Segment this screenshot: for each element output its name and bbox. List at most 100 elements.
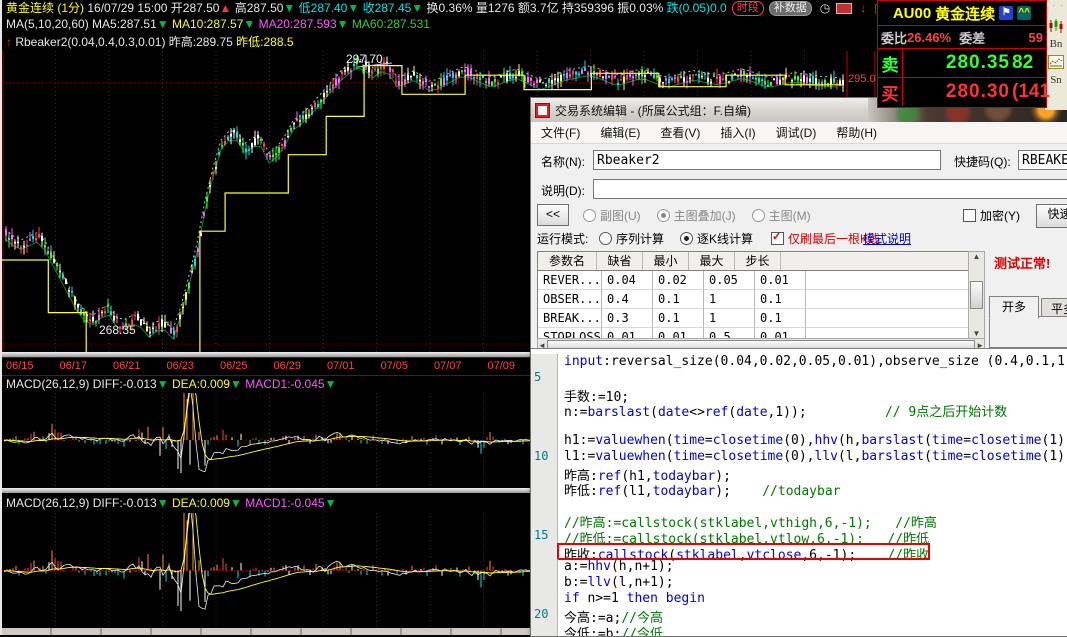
column-header: 最大: [689, 252, 735, 271]
line-number: [531, 465, 558, 481]
code-line-body: 昨低:ref(l1,todaybar); //todaybar: [558, 480, 841, 496]
date-tick: 06/15: [6, 360, 34, 372]
name-input[interactable]: [593, 150, 941, 170]
code-token: =: [705, 433, 713, 448]
code-line-8: 昨低:ref(l1,todaybar); //todaybar: [531, 480, 1067, 496]
code-line-body: l1:=valuewhen(time=closetime(0),llv(l,ba…: [558, 449, 1067, 465]
toolbar-grip[interactable]: · · · ·: [1045, 2, 1067, 14]
code-line-body: h1:=valuewhen(time=closetime(0),hhv(h,ba…: [558, 433, 1067, 449]
test-status-text: 测试正常!: [994, 253, 1050, 272]
column-header: 参数名: [538, 252, 597, 271]
encrypt-checkbox-box[interactable]: [963, 209, 976, 222]
code-token: ,: [739, 548, 747, 563]
encrypt-label: 加密(Y): [980, 209, 1020, 223]
code-token: [658, 591, 666, 606]
chart-type-option-2[interactable]: 主图(M): [752, 209, 811, 223]
text-segment: 低287.40: [295, 1, 347, 16]
code-token: date: [658, 405, 689, 420]
code-token: (1))));: [1042, 433, 1067, 448]
scroll-up-icon[interactable]: ▲: [973, 252, 981, 261]
menu-item-0[interactable]: 文件(F): [541, 124, 580, 141]
radio-label: 副图(U): [600, 209, 641, 223]
code-token: valuewhen: [595, 449, 665, 464]
table-row[interactable]: BREAK...0.30.110.1: [538, 309, 968, 328]
symbol-name: 黄金连续: [935, 3, 995, 24]
code-token: vtclose: [747, 548, 802, 563]
code-line-5: h1:=valuewhen(time=closetime(0),hhv(h,ba…: [531, 433, 1067, 449]
code-token: time: [932, 433, 963, 448]
code-line-1: 5: [531, 370, 1067, 386]
weicha-value: 59: [985, 30, 1043, 45]
line-number: [531, 417, 558, 433]
kline-chart-icon[interactable]: [1048, 19, 1064, 33]
quote-panel[interactable]: AU00 黄金连续 ⚑ ^^ 委比 26.46% 委差 59 卖 280.35 …: [877, 0, 1047, 108]
code-token: llv: [815, 449, 838, 464]
desc-input[interactable]: [593, 179, 1067, 199]
refresh-last-checkbox-box[interactable]: [771, 232, 784, 245]
bid-row[interactable]: 买 280.30 (141: [878, 77, 1046, 106]
line-number: [531, 433, 558, 449]
run-mode-radio-group: 序列计算 逐K线计算: [599, 230, 769, 247]
menu-item-4[interactable]: 调试(D): [776, 124, 817, 141]
formula-code-editor[interactable]: input:reversal_size(0.04,0.02,0.05,0.01)…: [531, 348, 1067, 637]
column-header: 步长: [735, 252, 781, 271]
param-table-vscrollbar[interactable]: ▲ ▼: [968, 251, 985, 339]
menu-item-1[interactable]: 编辑(E): [600, 124, 640, 141]
code-token: stklabel: [676, 548, 739, 563]
scroll-down-icon[interactable]: ▼: [973, 329, 981, 338]
radio-label: 主图(M): [769, 209, 811, 223]
param-table[interactable]: 参数名缺省最小最大步长REVER...0.040.020.050.01OBSER…: [537, 251, 969, 339]
line-chart-icon[interactable]: [1048, 55, 1064, 69]
toolbar-bn-label[interactable]: Bn: [1050, 38, 1063, 50]
tab-close-long[interactable]: 平多: [1041, 298, 1067, 318]
vscroll-thumb[interactable]: [970, 281, 983, 309]
person-flag-icon[interactable]: ⚑: [999, 6, 1013, 20]
menu-item-3[interactable]: 插入(I): [720, 124, 755, 141]
badge-session[interactable]: 时段: [732, 1, 764, 16]
bottom-scroll-strip[interactable]: [2, 628, 534, 635]
line-number: 15: [531, 528, 558, 544]
code-token: time: [932, 449, 963, 464]
download-arrow-icon[interactable]: ↓: [860, 2, 866, 15]
code-line-body: b:=llv(l,n+1);: [558, 575, 674, 591]
table-row[interactable]: REVER...0.040.020.050.01: [538, 271, 968, 290]
code-token: date: [736, 405, 767, 420]
tab-open-long[interactable]: 开多: [989, 296, 1039, 319]
code-token: b:=: [564, 575, 587, 590]
code-token: ref: [705, 405, 728, 420]
badge-fill-data[interactable]: 补数据: [769, 1, 812, 16]
radio-label: 主图叠加(J): [674, 209, 736, 223]
table-row[interactable]: OBSER...0.40.110.1: [538, 290, 968, 309]
ask-row[interactable]: 卖 280.35 82: [878, 48, 1046, 77]
line-number: 5: [531, 370, 558, 386]
line-number: [531, 386, 558, 402]
text-segment: 收287.45: [359, 1, 411, 16]
code-token: begin: [666, 591, 705, 606]
chevrons-up-icon[interactable]: ^^: [1017, 6, 1031, 20]
quick-button[interactable]: 快速: [1036, 204, 1067, 228]
collapse-button[interactable]: <<: [537, 204, 569, 226]
code-line-body: //昨低:=callstock(stklabel,vtlow,6,-1); //…: [558, 528, 929, 544]
toolbar-sn-label[interactable]: Sn: [1050, 74, 1062, 86]
text-segment: MACD1:-0.045: [242, 377, 325, 392]
run-mode-option-0[interactable]: 序列计算: [599, 232, 664, 246]
line-number: [531, 559, 558, 575]
table-cell: 1: [704, 309, 755, 328]
clock-icon[interactable]: ◷: [820, 2, 830, 15]
code-line-15: if n>=1 then begin: [531, 591, 1067, 607]
mode-help-link[interactable]: 模式说明: [863, 230, 911, 247]
code-token: hhv: [815, 433, 838, 448]
hotkey-input[interactable]: [1018, 150, 1067, 170]
radio-icon: [752, 209, 765, 222]
code-token: closetime: [713, 449, 783, 464]
run-mode-option-1[interactable]: 逐K线计算: [680, 232, 753, 246]
code-line-body: if n>=1 then begin: [558, 591, 705, 607]
menu-item-5[interactable]: 帮助(H): [836, 124, 877, 141]
menu-item-2[interactable]: 查看(V): [660, 124, 700, 141]
chip-icon[interactable]: [836, 3, 852, 14]
chart-type-option-0[interactable]: 副图(U): [583, 209, 641, 223]
weicha-label: 委差: [959, 28, 985, 47]
encrypt-checkbox[interactable]: 加密(Y): [963, 207, 1020, 224]
chart-type-option-1[interactable]: 主图叠加(J): [657, 209, 736, 223]
bid-volume: (141: [1010, 81, 1046, 103]
